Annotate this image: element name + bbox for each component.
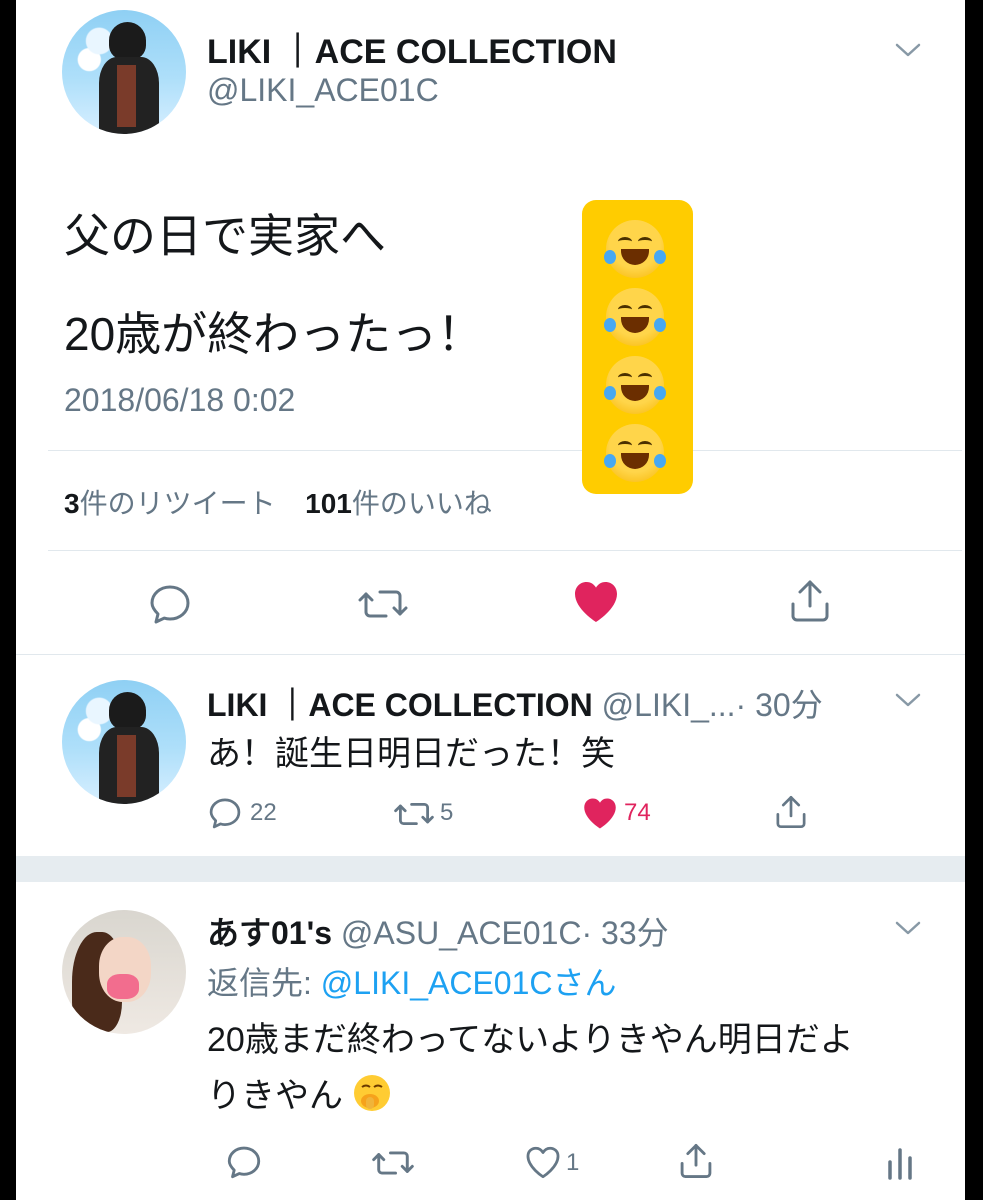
share-icon[interactable]: [678, 1142, 714, 1180]
emoji-overlay-panel: [582, 200, 693, 494]
like-count: 74: [624, 799, 651, 826]
reply-author-name[interactable]: LIKI ｜ACE COLLECTION: [207, 687, 593, 723]
retweet-count[interactable]: 3: [64, 488, 80, 519]
tweet-text-line2: 20歳が終わったっ！: [64, 308, 484, 360]
section-separator: [16, 856, 965, 882]
reply-handle[interactable]: @ASU_ACE01C: [341, 915, 582, 951]
divider: [48, 450, 962, 451]
heart-filled-icon[interactable]: [582, 797, 618, 830]
reply-text-line2-text: りきやん: [207, 1077, 343, 1115]
face-with-tears-of-joy-icon: [604, 288, 666, 346]
reply-time[interactable]: · 33分: [581, 915, 668, 951]
face-with-tears-of-joy-icon: [604, 356, 666, 414]
retweet-icon[interactable]: [358, 584, 408, 624]
reply-count: 22: [250, 799, 277, 826]
author-name[interactable]: LIKI ｜ACE COLLECTION: [207, 24, 617, 73]
reply-text-line1: 20歳まだ終わってないよりきやん明日だよ: [207, 1021, 854, 1059]
analytics-icon[interactable]: [886, 1146, 914, 1180]
heart-outline-icon[interactable]: [524, 1145, 562, 1180]
reply-to-prefix: 返信先:: [207, 965, 321, 1001]
reply-avatar[interactable]: [62, 910, 186, 1034]
retweet-icon[interactable]: [394, 798, 434, 830]
retweet-count: 5: [440, 799, 454, 826]
reply-to-handle[interactable]: @LIKI_ACE01Cさん: [321, 965, 617, 1001]
retweet-label[interactable]: 件のリツイート: [80, 488, 276, 519]
like-count: 1: [566, 1149, 580, 1176]
author-handle[interactable]: @LIKI_ACE01C: [207, 72, 439, 109]
reply-author-name[interactable]: あす01's: [207, 915, 332, 951]
heart-filled-icon[interactable]: [572, 580, 620, 624]
divider: [48, 550, 962, 551]
reply-header: あす01's @ASU_ACE01C· 33分: [207, 908, 669, 954]
reply-to-line: 返信先: @LIKI_ACE01Cさん: [207, 958, 617, 1004]
divider: [16, 654, 965, 655]
reply-avatar[interactable]: [62, 680, 186, 804]
like-label[interactable]: 件のいいね: [352, 488, 492, 519]
reply-icon[interactable]: [226, 1144, 262, 1180]
shushing-face-emoji-icon: [354, 1075, 391, 1111]
reply-text: あ！誕生日明日だった！笑: [207, 735, 615, 773]
tweet-detail-page: LIKI ｜ACE COLLECTION @LIKI_ACE01C 父の日で実家…: [16, 0, 965, 1200]
author-avatar[interactable]: [62, 10, 186, 134]
tweet-timestamp[interactable]: 2018/06/18 0:02: [64, 382, 295, 419]
like-count[interactable]: 101: [305, 488, 352, 519]
reply-icon[interactable]: [148, 582, 192, 626]
share-icon[interactable]: [788, 578, 832, 624]
share-icon[interactable]: [774, 794, 808, 830]
face-with-tears-of-joy-icon: [604, 220, 666, 278]
chevron-down-icon[interactable]: [894, 690, 922, 710]
reply-handle[interactable]: @LIKI_...: [602, 687, 736, 723]
chevron-down-icon[interactable]: [894, 918, 922, 938]
tweet-stats: 3件のリツイート 101件のいいね: [64, 482, 492, 522]
retweet-icon[interactable]: [372, 1146, 414, 1180]
reply-icon[interactable]: [208, 796, 242, 830]
face-with-tears-of-joy-icon: [604, 424, 666, 482]
tweet-text-line1: 父の日で実家へ: [64, 210, 386, 262]
chevron-down-icon[interactable]: [894, 40, 922, 60]
reply-text-line2: りきやん: [207, 1068, 392, 1117]
reply-time[interactable]: · 30分: [736, 687, 823, 723]
reply-header: LIKI ｜ACE COLLECTION @LIKI_...· 30分: [207, 680, 823, 726]
